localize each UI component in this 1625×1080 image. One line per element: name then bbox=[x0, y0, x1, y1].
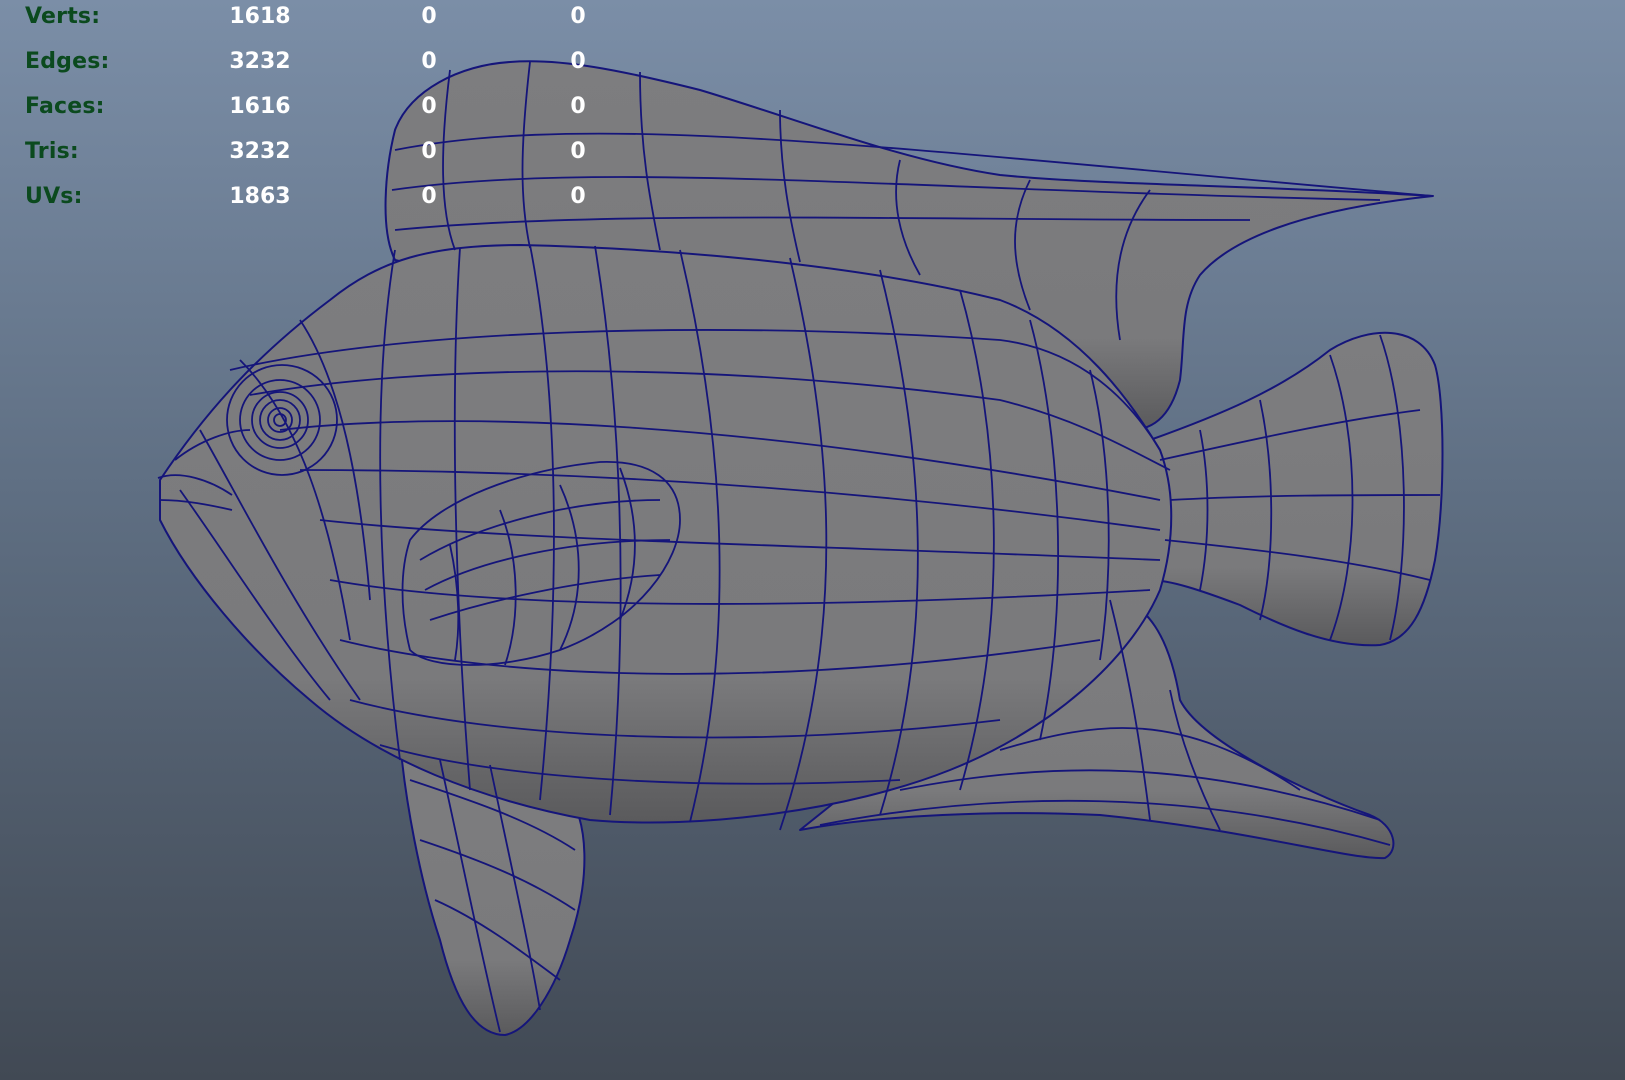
hud-label: Edges: bbox=[25, 49, 110, 74]
3d-viewport[interactable]: Verts: 1618 0 0 Edges: 3232 0 0 Faces: 1… bbox=[0, 0, 1625, 1080]
hud-row-verts: Verts: 1618 0 0 bbox=[0, 4, 640, 34]
hud-value-extra: 0 bbox=[570, 4, 586, 29]
hud-value-extra: 0 bbox=[570, 184, 586, 209]
hud-value: 1618 bbox=[229, 4, 291, 29]
hud-row-edges: Edges: 3232 0 0 bbox=[0, 49, 640, 79]
hud-value-selected: 0 bbox=[421, 94, 437, 119]
hud-row-faces: Faces: 1616 0 0 bbox=[0, 94, 640, 124]
hud-value-selected: 0 bbox=[421, 49, 437, 74]
hud-value: 1616 bbox=[229, 94, 291, 119]
hud-label: UVs: bbox=[25, 184, 83, 209]
hud-value: 1863 bbox=[229, 184, 291, 209]
hud-row-uvs: UVs: 1863 0 0 bbox=[0, 184, 640, 214]
hud-label: Verts: bbox=[25, 4, 101, 29]
hud-label: Faces: bbox=[25, 94, 105, 119]
hud-value-extra: 0 bbox=[570, 94, 586, 119]
hud-label: Tris: bbox=[25, 139, 79, 164]
hud-value-selected: 0 bbox=[421, 139, 437, 164]
hud-value: 3232 bbox=[229, 139, 291, 164]
hud-value-extra: 0 bbox=[570, 49, 586, 74]
hud-value: 3232 bbox=[229, 49, 291, 74]
hud-value-extra: 0 bbox=[570, 139, 586, 164]
poly-count-hud: Verts: 1618 0 0 Edges: 3232 0 0 Faces: 1… bbox=[0, 0, 640, 220]
hud-value-selected: 0 bbox=[421, 184, 437, 209]
hud-value-selected: 0 bbox=[421, 4, 437, 29]
hud-row-tris: Tris: 3232 0 0 bbox=[0, 139, 640, 169]
